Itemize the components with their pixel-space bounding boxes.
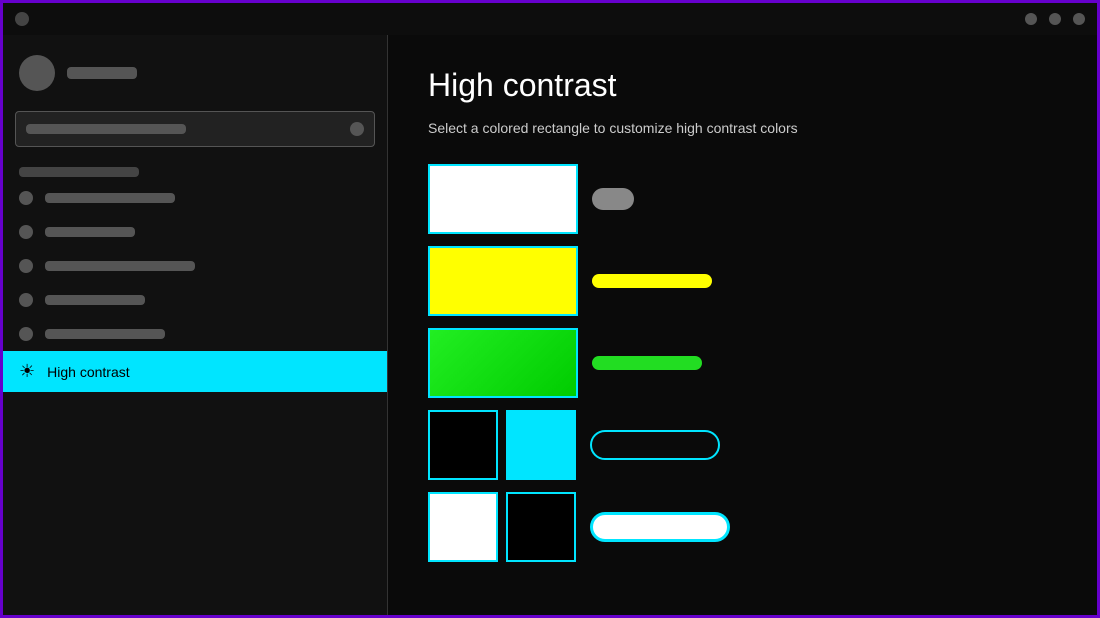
color-row-yellow xyxy=(428,246,1057,316)
titlebar-left xyxy=(15,12,29,26)
search-placeholder xyxy=(26,124,186,134)
search-bar[interactable] xyxy=(15,111,375,147)
sidebar-item-3[interactable] xyxy=(3,249,387,283)
sidebar-item-2[interactable] xyxy=(3,215,387,249)
sidebar-item-5-icon xyxy=(19,327,33,341)
sidebar-item-3-icon xyxy=(19,259,33,273)
page-title: High contrast xyxy=(428,67,1057,104)
color-rect-green[interactable] xyxy=(428,328,578,398)
color-rect-yellow[interactable] xyxy=(428,246,578,316)
search-icon xyxy=(350,122,364,136)
close-icon[interactable] xyxy=(1073,13,1085,25)
high-contrast-icon: ☀ xyxy=(19,361,35,382)
sidebar-items-list: ☀ High contrast xyxy=(3,181,387,615)
color-rect-cyan-1[interactable] xyxy=(506,410,576,480)
color-rect-white[interactable] xyxy=(428,164,578,234)
titlebar xyxy=(3,3,1097,35)
sidebar-item-3-label xyxy=(45,261,195,271)
main-layout: ☀ High contrast High contrast Select a c… xyxy=(3,35,1097,615)
sidebar-item-4[interactable] xyxy=(3,283,387,317)
sidebar-item-high-contrast-label: High contrast xyxy=(47,364,129,380)
indicator-oval-white-filled xyxy=(590,512,730,542)
content-area: High contrast Select a colored rectangle… xyxy=(388,35,1097,615)
color-rect-black-1[interactable] xyxy=(428,410,498,480)
sidebar: ☀ High contrast xyxy=(3,35,388,615)
indicator-oval-cyan xyxy=(590,430,720,460)
titlebar-dot xyxy=(15,12,29,26)
color-row-split2 xyxy=(428,492,1057,562)
sidebar-profile xyxy=(3,43,387,103)
sidebar-item-high-contrast[interactable]: ☀ High contrast xyxy=(3,351,387,392)
color-rect-black-2[interactable] xyxy=(506,492,576,562)
sidebar-item-1-icon xyxy=(19,191,33,205)
color-rect-white-2[interactable] xyxy=(428,492,498,562)
avatar xyxy=(19,55,55,91)
split-rects-2 xyxy=(428,492,576,562)
toggle-white[interactable] xyxy=(592,188,634,210)
indicator-bar-green xyxy=(592,356,702,370)
maximize-icon[interactable] xyxy=(1049,13,1061,25)
color-row-green xyxy=(428,328,1057,398)
color-rows xyxy=(428,164,1057,562)
color-row-split1 xyxy=(428,410,1057,480)
sidebar-item-2-label xyxy=(45,227,135,237)
sidebar-item-1-label xyxy=(45,193,175,203)
sidebar-item-4-label xyxy=(45,295,145,305)
sidebar-item-1[interactable] xyxy=(3,181,387,215)
split-rects-1 xyxy=(428,410,576,480)
subtitle: Select a colored rectangle to customize … xyxy=(428,120,1057,136)
color-row-white xyxy=(428,164,1057,234)
minimize-icon[interactable] xyxy=(1025,13,1037,25)
sidebar-section-label xyxy=(19,167,139,177)
titlebar-right xyxy=(1025,13,1085,25)
sidebar-username xyxy=(67,67,137,79)
sidebar-item-5[interactable] xyxy=(3,317,387,351)
sidebar-item-5-label xyxy=(45,329,165,339)
sidebar-item-4-icon xyxy=(19,293,33,307)
sidebar-item-2-icon xyxy=(19,225,33,239)
indicator-bar-yellow xyxy=(592,274,712,288)
